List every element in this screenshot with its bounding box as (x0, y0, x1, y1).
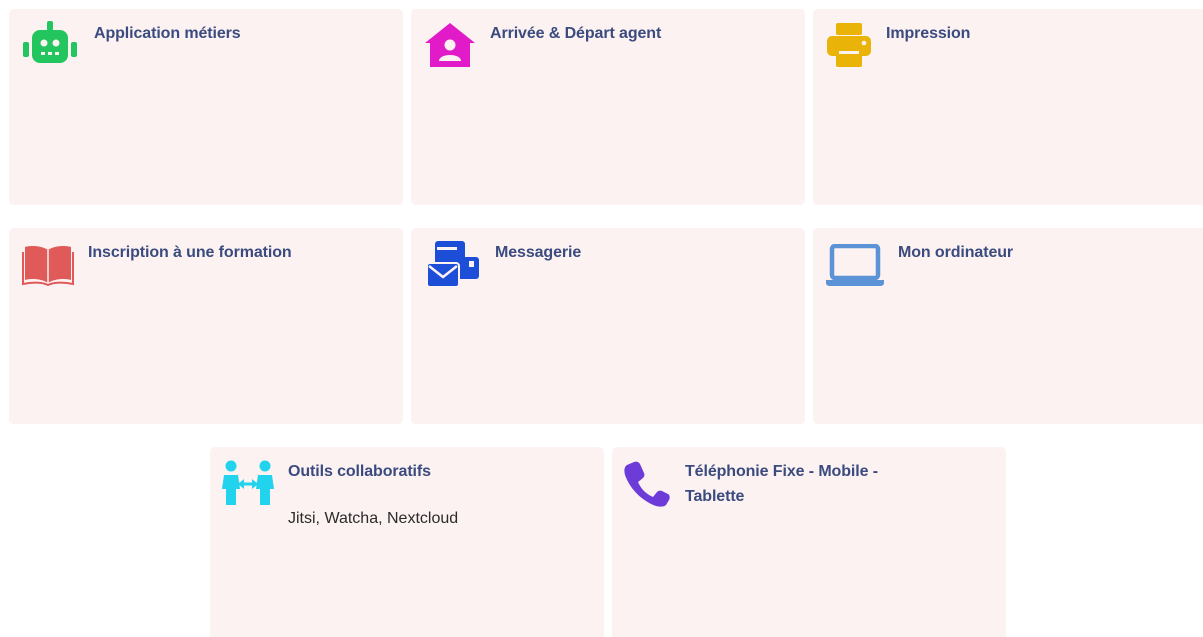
printer-icon (827, 23, 871, 67)
tile-title: Inscription à une formation (88, 244, 292, 261)
envelope-icon (426, 241, 479, 288)
tile-title-line1: Téléphonie Fixe - Mobile - (685, 463, 878, 480)
tile-mon-ordinateur[interactable]: Mon ordinateur (813, 228, 1203, 424)
tile-inscription-formation[interactable]: Inscription à une formation (9, 228, 403, 424)
tile-title-line2: Tablette (685, 488, 745, 505)
open-book-icon (22, 246, 74, 286)
tile-description: Jitsi, Watcha, Nextcloud (288, 510, 459, 527)
house-user-icon (425, 23, 475, 67)
tile-title: Arrivée & Départ agent (490, 25, 662, 42)
tile-title: Mon ordinateur (898, 244, 1014, 261)
tile-title: Application métiers (94, 25, 241, 42)
phone-icon (624, 461, 670, 507)
tile-arrivee-depart-agent[interactable]: Arrivée & Départ agent (411, 9, 805, 205)
tile-application-metiers[interactable]: Application métiers (9, 9, 403, 205)
laptop-icon (826, 244, 884, 286)
people-arrows-icon (222, 460, 274, 505)
robot-icon (23, 21, 77, 63)
tile-impression[interactable]: Impression (813, 9, 1203, 205)
tile-title: Outils collaboratifs (288, 463, 431, 480)
tile-title: Impression (886, 25, 971, 42)
tile-outils-collaboratifs[interactable]: Outils collaboratifs Jitsi, Watcha, Next… (210, 447, 604, 637)
tile-telephonie[interactable]: Téléphonie Fixe - Mobile - Tablette (612, 447, 1006, 637)
tile-title: Messagerie (495, 244, 582, 261)
tile-messagerie[interactable]: Messagerie (411, 228, 805, 424)
services-grid: Application métiers Arrivée & Départ age… (0, 0, 1203, 637)
